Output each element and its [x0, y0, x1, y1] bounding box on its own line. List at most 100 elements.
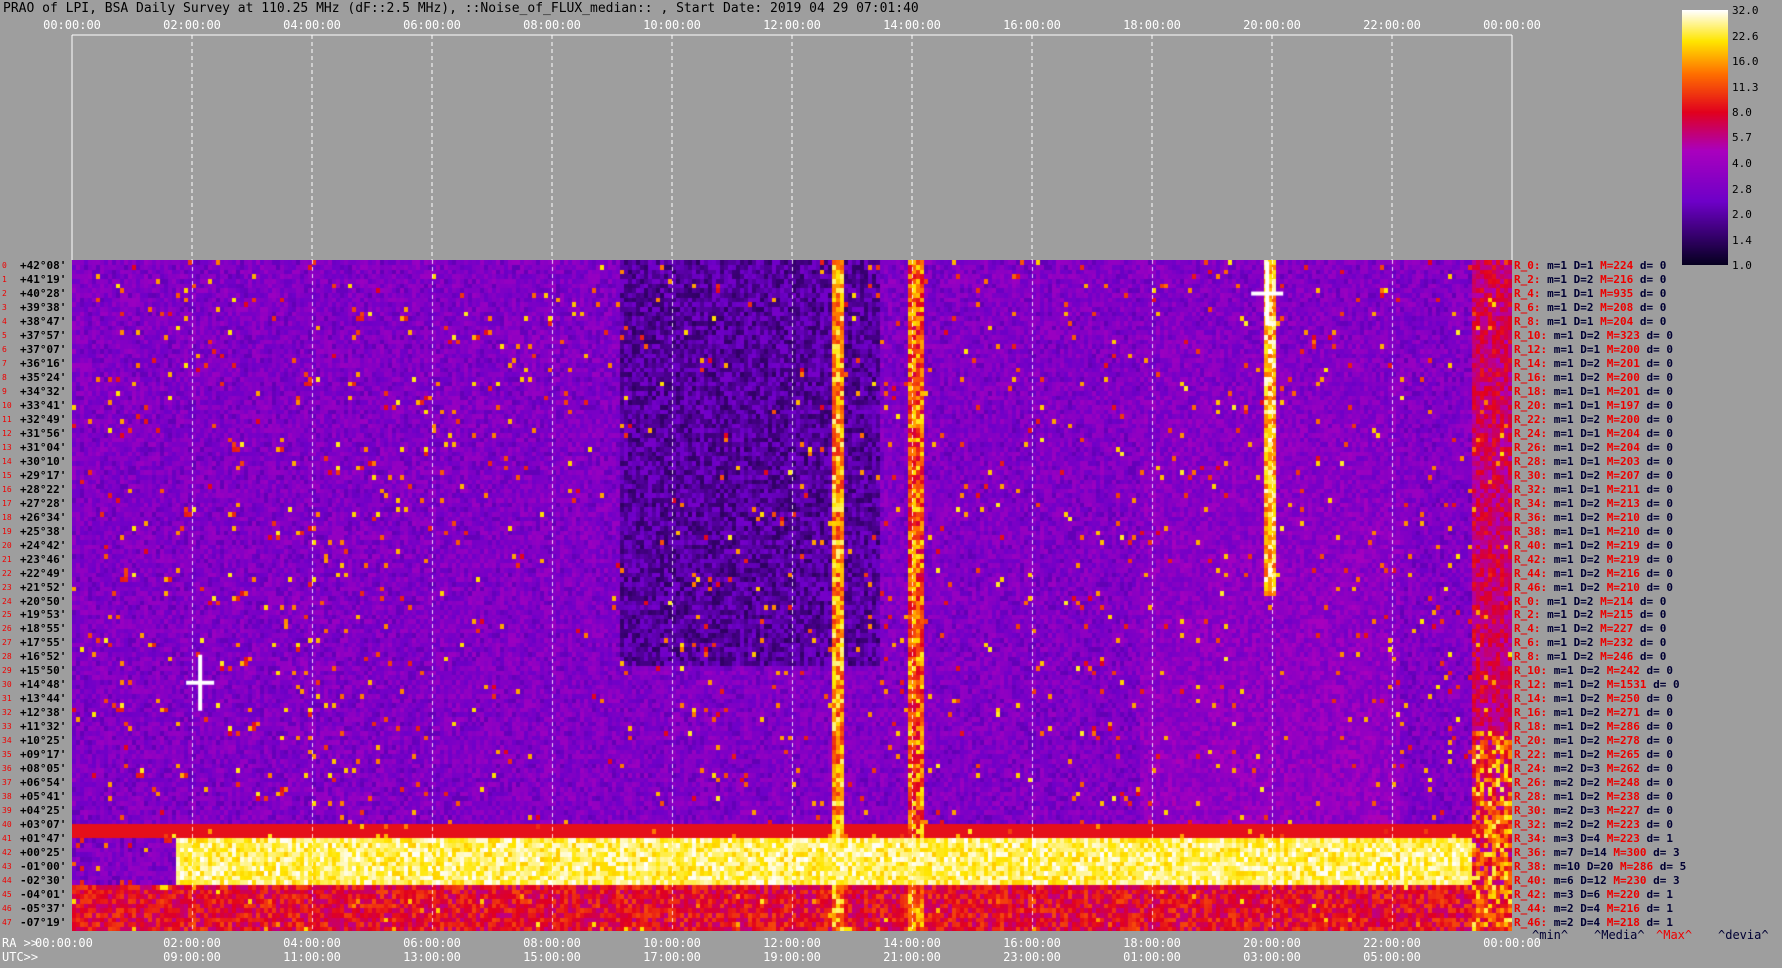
row-stat-M: M=242 [1600, 664, 1640, 678]
legend-footer-item: ^Max^ [1656, 928, 1693, 942]
row-index-label: 47 [2, 918, 12, 928]
row-stat: R_44: m=2 D=4 M=216 d= 1 [1514, 902, 1673, 915]
row-stat-M: M=1531 [1600, 678, 1647, 692]
declination-label: +00°25' [20, 846, 67, 860]
row-stat-r: R_14: [1514, 356, 1548, 370]
row-stat: R_10: m=1 D=2 M=242 d= 0 [1514, 664, 1673, 677]
top-tick-label: 10:00:00 [643, 18, 701, 32]
row-stat-z: d= 0 [1639, 496, 1673, 510]
row-stat-d: D=2 [1573, 692, 1601, 706]
declination-label: +19°53' [20, 608, 67, 622]
declination-label: +17°55' [20, 636, 67, 650]
row-index-label: 15 [2, 470, 12, 480]
declination-label: -01°00' [20, 860, 67, 874]
row-index-label: 43 [2, 862, 12, 872]
row-index-label: 23 [2, 582, 12, 592]
row-stat-m: m=1 [1547, 510, 1574, 524]
row-stat-z: d= 0 [1639, 412, 1673, 426]
colorbar-tick-label: 2.8 [1732, 183, 1752, 197]
row-stat-z: d= 0 [1639, 776, 1673, 790]
ra-tick-label: 12:00:00 [763, 936, 821, 950]
utc-tick-label: 19:00:00 [763, 950, 821, 964]
row-stat-d: D=1 [1573, 482, 1601, 496]
row-stat-r: R_10: [1514, 664, 1548, 678]
row-stat-d: D=2 [1567, 300, 1594, 314]
row-stat-M: M=215 [1593, 608, 1634, 622]
row-stat: R_30: m=1 D=2 M=207 d= 0 [1514, 469, 1673, 482]
row-stat-r: R_24: [1514, 762, 1548, 776]
row-stat-m: m=1 [1547, 664, 1574, 678]
utc-tick-label: 11:00:00 [283, 950, 341, 964]
row-stat: R_30: m=2 D=3 M=227 d= 0 [1514, 804, 1673, 817]
row-stat-m: m=1 [1547, 412, 1574, 426]
row-stat-d: D=20 [1580, 860, 1614, 874]
row-stat-M: M=201 [1600, 384, 1640, 398]
row-index-label: 38 [2, 792, 12, 802]
row-stat-r: R_42: [1514, 888, 1548, 902]
row-stat-d: D=2 [1573, 580, 1601, 594]
colorbar-tick-label: 4.0 [1732, 157, 1752, 170]
declination-label: -07°19' [20, 916, 67, 930]
row-stat-d: D=1 [1573, 426, 1601, 440]
row-index-label: 34 [2, 736, 12, 746]
row-stat-r: R_22: [1514, 412, 1548, 426]
row-stat-z: d= 0 [1639, 370, 1673, 384]
row-stat-r: R_36: [1514, 846, 1548, 860]
row-stat-d: D=1 [1567, 286, 1594, 300]
row-index-label: 10 [2, 400, 12, 410]
row-stat-d: D=2 [1573, 496, 1601, 510]
row-stat-d: D=2 [1573, 776, 1601, 790]
declination-label: +37°07' [20, 342, 67, 356]
row-index-label: 6 [2, 344, 7, 354]
row-stat-z: d= 0 [1639, 762, 1673, 776]
row-index-label: 0 [2, 261, 7, 270]
row-stat-m: m=1 [1547, 426, 1574, 440]
heatmap [72, 260, 1512, 931]
row-stat-m: m=1 [1540, 650, 1567, 664]
row-index-label: 35 [2, 750, 12, 760]
top-tick-label: 22:00:00 [1363, 18, 1421, 32]
row-stat-m: m=1 [1547, 370, 1574, 384]
declination-label: +31°56' [20, 426, 67, 440]
row-stat: R_22: m=1 D=2 M=200 d= 0 [1514, 413, 1673, 426]
row-stat-m: m=1 [1547, 748, 1574, 762]
declination-label: +26°34' [20, 510, 67, 524]
declination-label: +28°22' [20, 482, 67, 496]
row-stat-d: D=4 [1573, 832, 1601, 846]
row-stat-M: M=216 [1600, 566, 1640, 580]
row-stat-m: m=2 [1547, 762, 1574, 776]
row-stat-z: d= 0 [1639, 328, 1673, 342]
row-stat-m: m=6 [1547, 874, 1574, 888]
row-index-label: 16 [2, 484, 12, 494]
row-stat: R_42: m=1 D=2 M=219 d= 0 [1514, 553, 1673, 566]
row-stat-r: R_24: [1514, 426, 1548, 440]
row-stat-z: d= 0 [1639, 818, 1673, 832]
row-stat-d: D=12 [1573, 874, 1607, 888]
row-stat-m: m=3 [1547, 888, 1574, 902]
row-stat-z: d= 0 [1639, 426, 1673, 440]
row-stat-M: M=265 [1600, 748, 1640, 762]
row-stat-M: M=210 [1600, 510, 1640, 524]
row-stat-z: d= 0 [1639, 790, 1673, 804]
row-stat-m: m=1 [1547, 384, 1574, 398]
top-tick-label: 04:00:00 [283, 18, 341, 32]
colorbar-tick-label: 16.0 [1732, 55, 1759, 68]
row-stat-z: d= 0 [1639, 482, 1673, 496]
utc-tick-label: 15:00:00 [523, 950, 581, 964]
row-stat-z: d= 0 [1633, 272, 1667, 286]
utc-tick-label: 17:00:00 [643, 950, 701, 964]
row-stat-m: m=1 [1547, 552, 1574, 566]
utc-tick-label: 09:00:00 [163, 950, 221, 964]
legend-footer-item: ^devia^ [1718, 928, 1769, 942]
row-stat-d: D=2 [1573, 664, 1601, 678]
row-index-label: 30 [2, 680, 12, 690]
row-stat-m: m=1 [1547, 398, 1574, 412]
row-stat-d: D=2 [1573, 328, 1601, 342]
row-stat-d: D=1 [1573, 342, 1601, 356]
row-stat-d: D=3 [1573, 762, 1601, 776]
row-stat-d: D=2 [1573, 510, 1601, 524]
row-stat: R_28: m=1 D=1 M=203 d= 0 [1514, 455, 1673, 468]
row-stat-m: m=1 [1547, 734, 1574, 748]
declination-label: +31°04' [20, 440, 67, 454]
row-stat-d: D=1 [1567, 314, 1594, 328]
